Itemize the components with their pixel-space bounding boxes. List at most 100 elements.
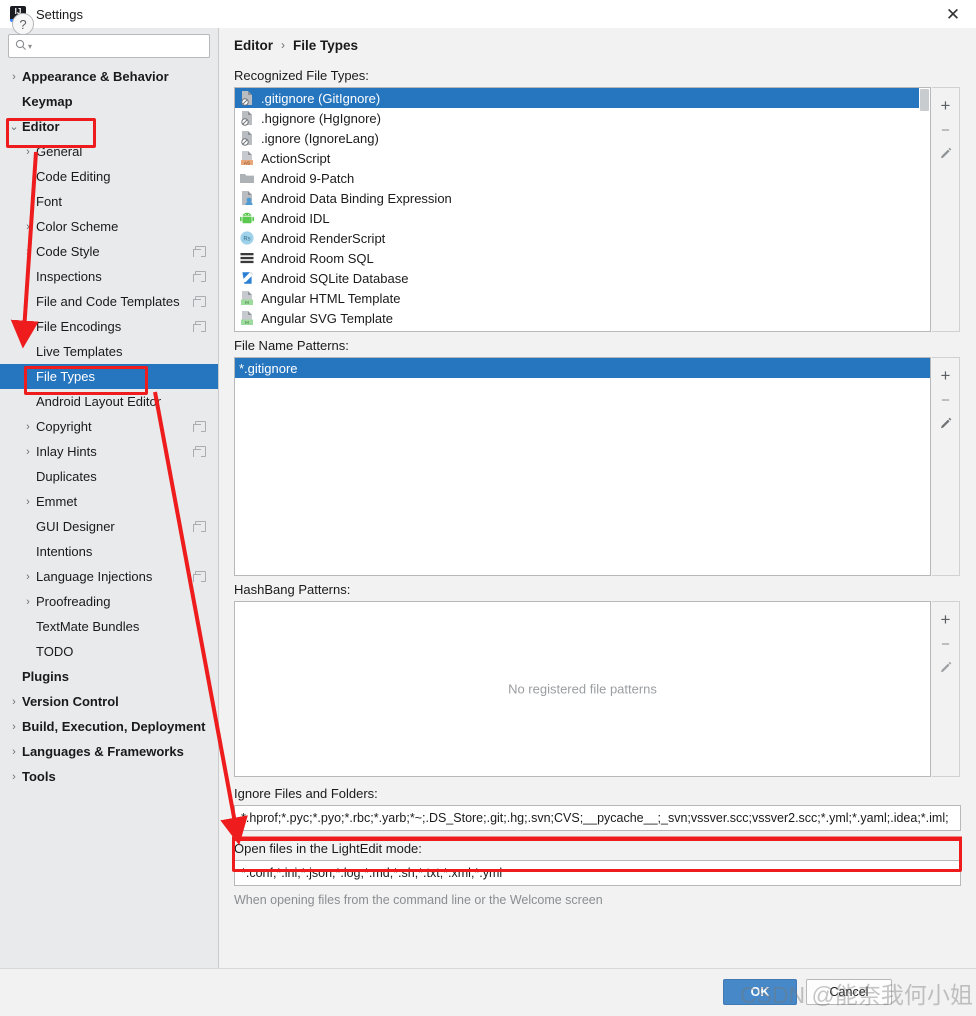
add-file-type-button[interactable]: +	[934, 94, 958, 118]
file-type-name: Angular HTML Template	[261, 290, 401, 306]
file-type-row[interactable]: Android IDL	[235, 208, 930, 228]
search-wrapper: ▾	[0, 28, 218, 62]
sidebar-item-gui-designer[interactable]: ›GUI Designer	[0, 514, 218, 539]
chevron-right-icon: ›	[20, 521, 36, 533]
edit-pattern-button[interactable]	[934, 412, 958, 436]
chevron-right-icon[interactable]: ›	[20, 496, 36, 508]
sidebar-item-keymap[interactable]: ›Keymap	[0, 89, 218, 114]
hashbang-patterns-list[interactable]: No registered file patterns	[234, 601, 931, 777]
file-type-row[interactable]: .hgignore (HgIgnore)	[235, 108, 930, 128]
sidebar-item-duplicates[interactable]: ›Duplicates	[0, 464, 218, 489]
file-type-row[interactable]: Rs Android RenderScript	[235, 228, 930, 248]
sidebar-item-label: Language Injections	[36, 569, 153, 584]
file-type-row[interactable]: AS ActionScript	[235, 148, 930, 168]
sidebar-item-intentions[interactable]: ›Intentions	[0, 539, 218, 564]
sidebar-item-android-layout-editor[interactable]: ›Android Layout Editor	[0, 389, 218, 414]
main-panel: Editor › File Types Recognized File Type…	[220, 28, 976, 968]
chevron-down-icon[interactable]: ▾	[28, 42, 32, 51]
actionscript-file-icon: AS	[239, 150, 255, 166]
chevron-right-icon[interactable]: ›	[20, 146, 36, 158]
sidebar-item-appearance-behavior[interactable]: › Appearance & Behavior	[0, 64, 218, 89]
sidebar-item-file-types[interactable]: ›File Types	[0, 364, 218, 389]
file-type-row[interactable]: H Angular HTML Template	[235, 288, 930, 308]
sidebar-item-color-scheme[interactable]: › Color Scheme	[0, 214, 218, 239]
file-name-patterns-list[interactable]: *.gitignore	[234, 357, 931, 576]
sidebar-item-plugins[interactable]: ›Plugins	[0, 664, 218, 689]
remove-file-type-button[interactable]: −	[934, 118, 958, 142]
sidebar-item-copyright[interactable]: › Copyright	[0, 414, 218, 439]
file-type-row[interactable]: H Angular SVG Template	[235, 308, 930, 328]
sidebar-item-live-templates[interactable]: ›Live Templates	[0, 339, 218, 364]
sidebar-item-code-style[interactable]: › Code Style	[0, 239, 218, 264]
sidebar-item-general[interactable]: › General	[0, 139, 218, 164]
recognized-file-types-list[interactable]: .gitignore (GitIgnore) .hgignore (HgIgnor…	[234, 87, 931, 332]
chevron-right-icon[interactable]: ›	[20, 221, 36, 233]
svg-text:H: H	[245, 300, 249, 306]
sidebar-item-inlay-hints[interactable]: › Inlay Hints	[0, 439, 218, 464]
chevron-right-icon[interactable]: ›	[20, 596, 36, 608]
list-scrollbar-thumb[interactable]	[920, 89, 929, 111]
add-pattern-button[interactable]: +	[934, 364, 958, 388]
chevron-right-icon[interactable]: ›	[6, 746, 22, 758]
remove-pattern-button[interactable]: −	[934, 388, 958, 412]
search-input[interactable]	[36, 38, 203, 54]
svg-text:Rs: Rs	[243, 236, 250, 242]
sidebar-item-inspections[interactable]: ›Inspections	[0, 264, 218, 289]
file-type-row[interactable]: Android 9-Patch	[235, 168, 930, 188]
chevron-right-icon[interactable]: ›	[6, 771, 22, 783]
file-type-row[interactable]: Android Room SQL	[235, 248, 930, 268]
sidebar-item-file-and-code-templates[interactable]: ›File and Code Templates	[0, 289, 218, 314]
sidebar-item-editor[interactable]: ⌄ Editor	[0, 114, 218, 139]
file-type-name: Android IDL	[261, 210, 330, 226]
sidebar-item-file-encodings[interactable]: ›File Encodings	[0, 314, 218, 339]
copy-settings-icon	[193, 421, 206, 432]
add-hashbang-button[interactable]: +	[934, 608, 958, 632]
sidebar-item-version-control[interactable]: › Version Control	[0, 689, 218, 714]
sidebar-item-textmate-bundles[interactable]: ›TextMate Bundles	[0, 614, 218, 639]
search-box[interactable]: ▾	[8, 34, 210, 58]
ok-button[interactable]: OK	[723, 979, 797, 1005]
sidebar-item-label: Color Scheme	[36, 219, 119, 234]
close-icon[interactable]: ✕	[930, 0, 976, 28]
chevron-right-icon[interactable]: ›	[20, 446, 36, 458]
breadcrumb-parent[interactable]: Editor	[234, 38, 273, 53]
file-name-patterns-panel: *.gitignore + −	[234, 357, 962, 576]
sidebar-item-tools[interactable]: › Tools	[0, 764, 218, 789]
edit-file-type-button[interactable]	[934, 142, 958, 166]
chevron-right-icon[interactable]: ›	[6, 721, 22, 733]
remove-hashbang-button[interactable]: −	[934, 632, 958, 656]
sidebar-item-font[interactable]: ›Font	[0, 189, 218, 214]
window-title: Settings	[36, 6, 83, 22]
sidebar-item-languages-frameworks[interactable]: › Languages & Frameworks	[0, 739, 218, 764]
chevron-right-icon[interactable]: ›	[20, 571, 36, 583]
file-type-name: Android Room SQL	[261, 250, 374, 266]
file-type-row[interactable]: .gitignore (GitIgnore)	[235, 88, 930, 108]
sidebar-item-label: Code Editing	[36, 169, 111, 184]
sidebar-item-language-injections[interactable]: › Language Injections	[0, 564, 218, 589]
edit-hashbang-button[interactable]	[934, 656, 958, 680]
cancel-button[interactable]: Cancel	[806, 979, 892, 1005]
sidebar-item-proofreading[interactable]: › Proofreading	[0, 589, 218, 614]
hashbang-empty-text: No registered file patterns	[508, 681, 657, 697]
chevron-right-icon[interactable]: ›	[6, 696, 22, 708]
sidebar-item-todo[interactable]: ›TODO	[0, 639, 218, 664]
chevron-down-icon[interactable]: ⌄	[6, 120, 22, 133]
file-type-name: Angular SVG Template	[261, 310, 393, 326]
file-type-name: .gitignore (GitIgnore)	[261, 90, 381, 106]
chevron-right-icon[interactable]: ›	[6, 71, 22, 83]
sidebar-item-label: Editor	[22, 119, 60, 134]
ignore-files-input[interactable]: *.hprof;*.pyc;*.pyo;*.rbc;*.yarb;*~;.DS_…	[234, 805, 961, 831]
file-type-row[interactable]: Android SQLite Database	[235, 268, 930, 288]
file-name-pattern-row[interactable]: *.gitignore	[235, 358, 930, 378]
sidebar-item-build-execution-deployment[interactable]: › Build, Execution, Deployment	[0, 714, 218, 739]
sidebar-item-code-editing[interactable]: ›Code Editing	[0, 164, 218, 189]
file-type-row[interactable]: .ignore (IgnoreLang)	[235, 128, 930, 148]
title-bar: Settings ✕	[0, 0, 976, 28]
chevron-right-icon[interactable]: ›	[20, 246, 36, 258]
help-button[interactable]: ?	[12, 13, 34, 35]
lightedit-input[interactable]: *.conf;*.ini;*.json;*.log;*.md;*.sh;*.tx…	[234, 860, 961, 886]
sidebar-item-emmet[interactable]: › Emmet	[0, 489, 218, 514]
list-scrollbar[interactable]	[919, 88, 930, 331]
file-type-row[interactable]: Android Data Binding Expression	[235, 188, 930, 208]
chevron-right-icon[interactable]: ›	[20, 421, 36, 433]
